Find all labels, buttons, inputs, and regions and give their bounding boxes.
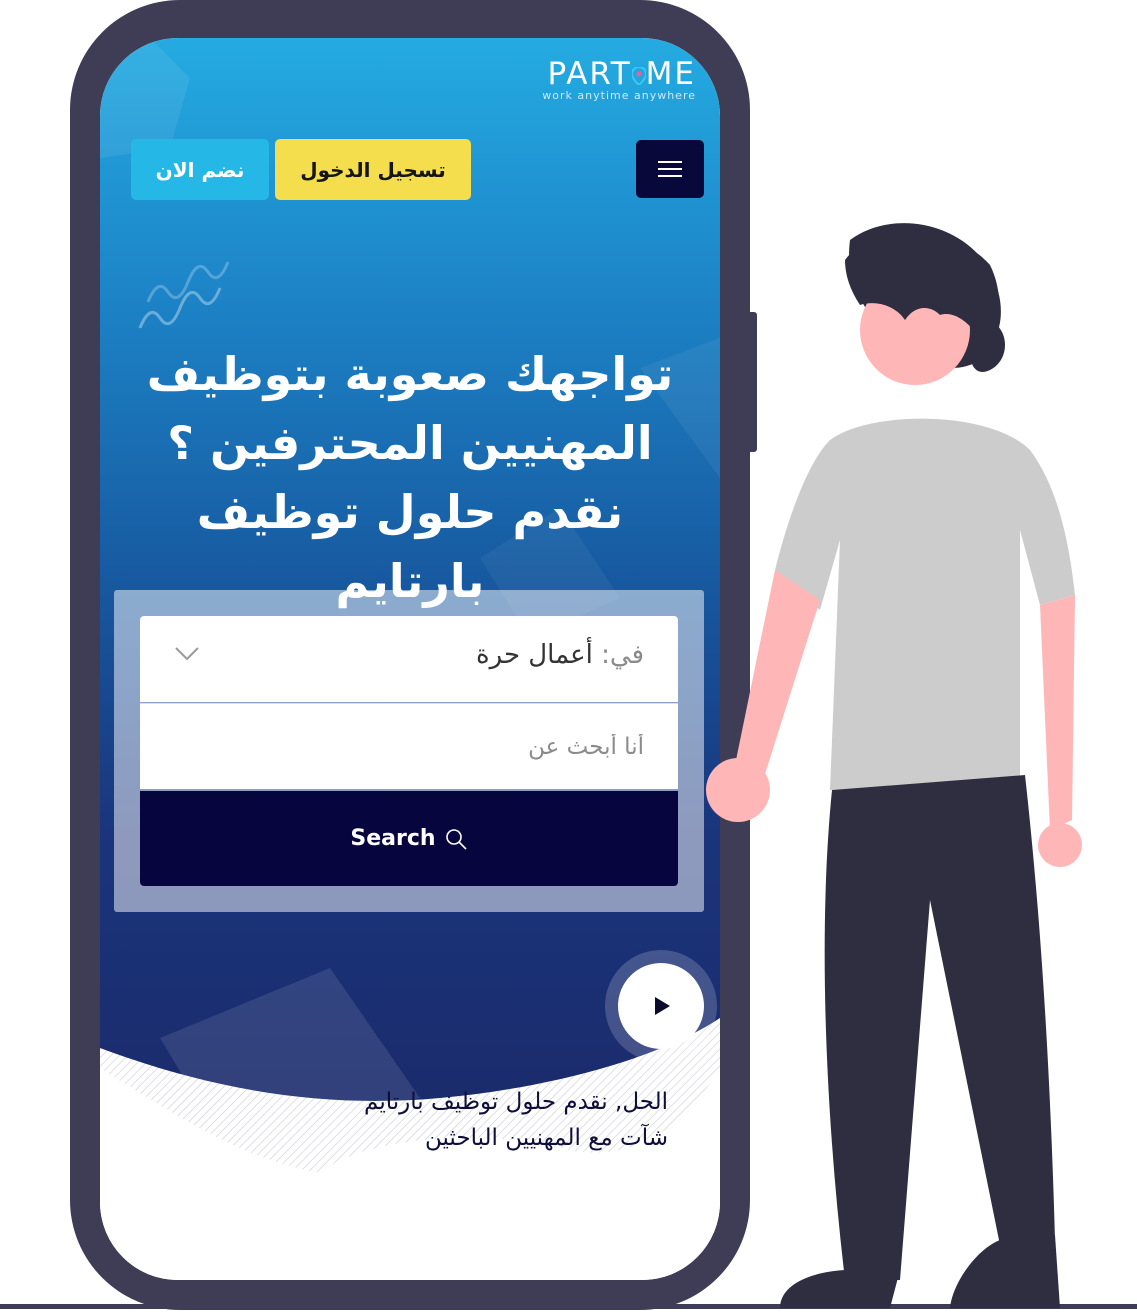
category-value: أعمال حرة: [475, 640, 593, 670]
hamburger-menu-button[interactable]: [636, 140, 704, 198]
standing-person-illustration: [706, 223, 1082, 1308]
subtext-line-1: الحل, نقدم حلول توظيف بارتايم: [364, 1089, 668, 1115]
join-now-button[interactable]: نضم الان: [131, 139, 269, 200]
play-icon: [655, 997, 670, 1015]
search-button[interactable]: Search: [140, 791, 678, 886]
partime-logo[interactable]: PART ME work anytime anywhere: [542, 56, 696, 102]
category-select[interactable]: في: أعمال حرة: [140, 616, 678, 702]
phone-screen: PART ME work anytime anywhere تسجيل الدخو…: [100, 38, 720, 1280]
location-pin-icon: [631, 67, 646, 85]
hero-headline: تواجهك صعوبة بتوظيف المهنيين المحترفين ؟…: [120, 340, 700, 616]
login-button[interactable]: تسجيل الدخول: [275, 139, 471, 200]
search-input[interactable]: [140, 703, 678, 789]
search-icon: [445, 828, 467, 850]
hero-line-2: المهنيين المحترفين ؟: [167, 416, 653, 470]
play-video-button[interactable]: [618, 963, 704, 1049]
search-button-label: Search: [350, 826, 436, 851]
hamburger-icon-bar: [658, 175, 682, 177]
logo-tagline: work anytime anywhere: [542, 89, 696, 102]
subtext-line-2: شآت مع المهنيين الباحثين: [424, 1125, 668, 1151]
hero-subtext: الحل, نقدم حلول توظيف بارتايم شآت مع الم…: [108, 1084, 668, 1154]
hero-line-1: تواجهك صعوبة بتوظيف: [146, 347, 674, 401]
category-prefix: في:: [601, 640, 644, 670]
chevron-down-icon: [175, 647, 199, 661]
logo-wordmark: PART ME: [547, 56, 696, 92]
hamburger-icon: [658, 161, 682, 163]
hamburger-icon-bar: [658, 168, 682, 170]
category-select-label: في: أعمال حرة: [476, 640, 644, 670]
